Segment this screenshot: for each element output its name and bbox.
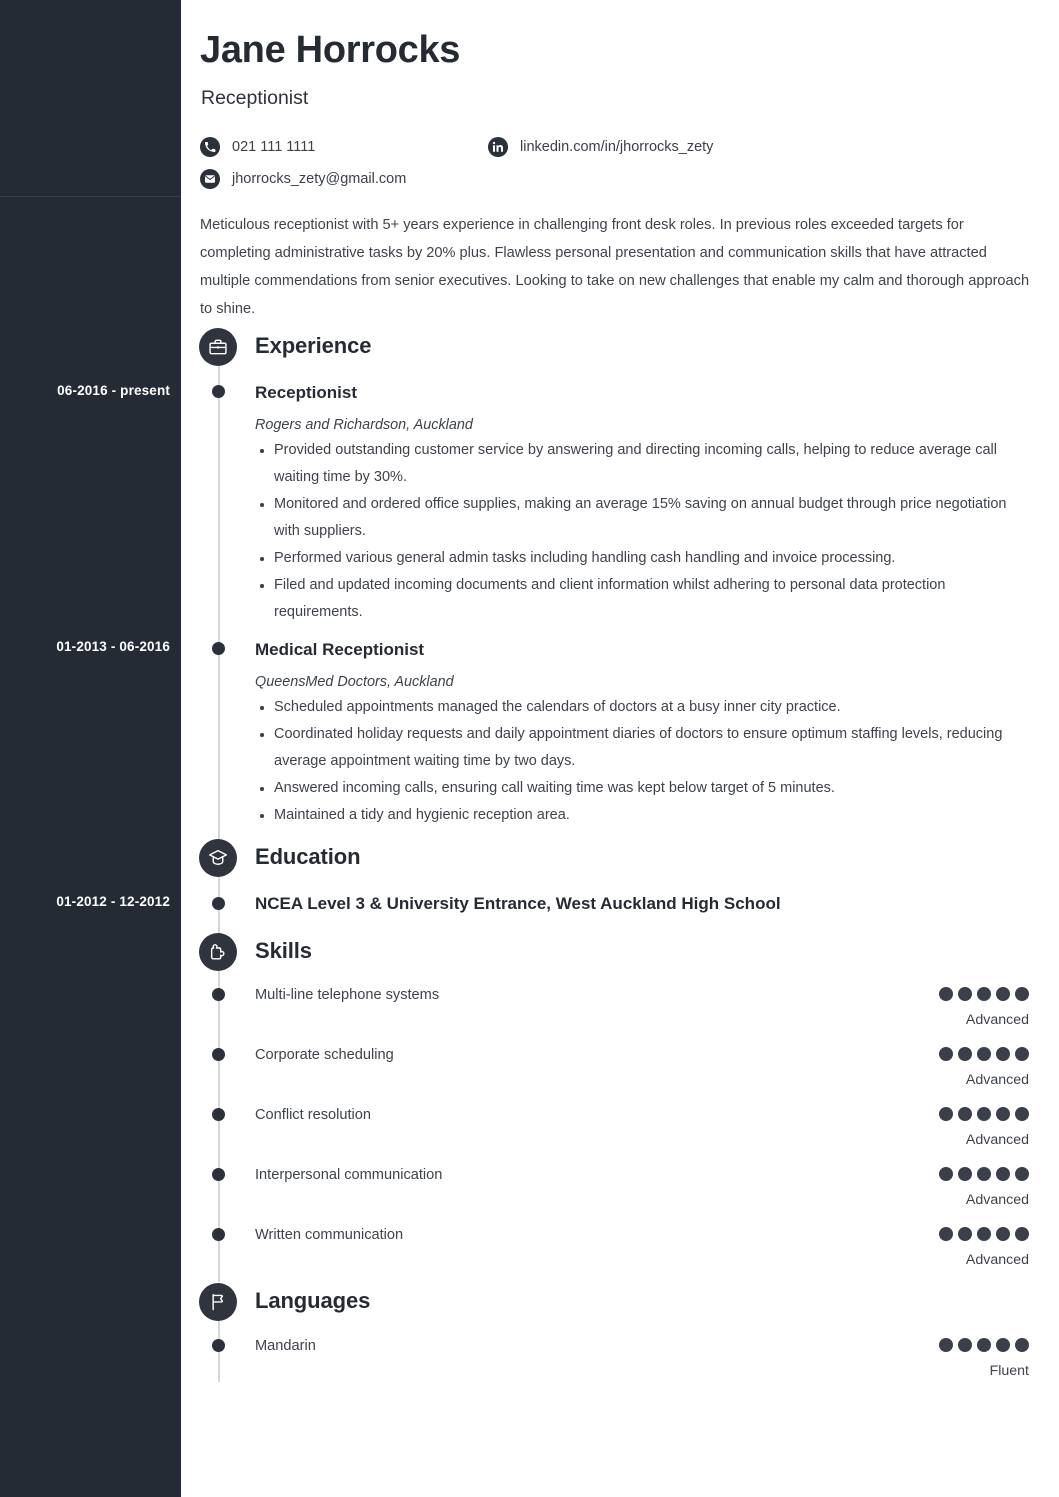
flag-icon bbox=[199, 1283, 237, 1321]
experience-bullets-1: Provided outstanding customer service by… bbox=[259, 437, 1031, 626]
list-item: Scheduled appointments managed the calen… bbox=[259, 694, 1031, 721]
timeline-dot-education-1 bbox=[212, 897, 225, 910]
skill-level-1: Advanced bbox=[965, 1012, 1029, 1028]
skill-name-2: Corporate scheduling bbox=[255, 1047, 394, 1063]
language-level-1: Fluent bbox=[989, 1363, 1029, 1379]
language-rating-1 bbox=[939, 1338, 1029, 1352]
skill-level-3: Advanced bbox=[965, 1132, 1029, 1148]
email-icon bbox=[200, 169, 220, 189]
skill-rating-3 bbox=[939, 1107, 1029, 1121]
skill-level-4: Advanced bbox=[965, 1192, 1029, 1208]
timeline-dot-skill-5 bbox=[212, 1228, 225, 1241]
list-item: Monitored and ordered office supplies, m… bbox=[259, 491, 1031, 545]
timeline-dot-skill-4 bbox=[212, 1168, 225, 1181]
skill-level-5: Advanced bbox=[965, 1252, 1029, 1268]
contact-phone[interactable]: 021 111 1111 bbox=[200, 131, 488, 163]
contact-linkedin[interactable]: linkedin.com/in/jhorrocks_zety bbox=[488, 131, 713, 163]
section-title-skills: Skills bbox=[255, 938, 312, 963]
puzzle-icon bbox=[199, 933, 237, 971]
experience-date-1: 06-2016 - present bbox=[57, 383, 170, 398]
list-item: Maintained a tidy and hygienic reception… bbox=[259, 802, 1031, 829]
skill-name-4: Interpersonal communication bbox=[255, 1167, 443, 1183]
email-text: jhorrocks_zety@gmail.com bbox=[232, 170, 407, 187]
education-date-1: 01-2012 - 12-2012 bbox=[56, 894, 170, 909]
timeline-dot-experience-1 bbox=[212, 385, 225, 398]
contact-block: 021 111 1111 linkedin.com/in/jhorrocks_z… bbox=[200, 131, 1030, 195]
linkedin-icon bbox=[488, 137, 508, 157]
professional-summary: Meticulous receptionist with 5+ years ex… bbox=[200, 217, 1030, 317]
briefcase-icon bbox=[199, 328, 237, 366]
sidebar: 06-2016 - present 01-2013 - 06-2016 01-2… bbox=[0, 0, 181, 1497]
experience-employer-1: Rogers and Richardson, Auckland bbox=[255, 417, 473, 433]
timeline-dot-experience-2 bbox=[212, 642, 225, 655]
skill-name-3: Conflict resolution bbox=[255, 1107, 371, 1123]
resume-page: 06-2016 - present 01-2013 - 06-2016 01-2… bbox=[0, 0, 1059, 1497]
main-content: Jane Horrocks Receptionist 021 111 1111 bbox=[181, 0, 1059, 1497]
timeline-line-experience-1 bbox=[218, 364, 220, 644]
phone-icon bbox=[200, 137, 220, 157]
skill-level-2: Advanced bbox=[965, 1072, 1029, 1088]
sidebar-divider bbox=[0, 196, 181, 197]
section-title-experience: Experience bbox=[255, 333, 372, 358]
contact-email[interactable]: jhorrocks_zety@gmail.com bbox=[200, 163, 488, 195]
list-item: Provided outstanding customer service by… bbox=[259, 437, 1031, 491]
education-qualification-1: NCEA Level 3 & University Entrance, West… bbox=[255, 894, 781, 913]
contact-row-1: 021 111 1111 linkedin.com/in/jhorrocks_z… bbox=[200, 131, 1030, 163]
timeline-dot-skill-2 bbox=[212, 1048, 225, 1061]
list-item: Answered incoming calls, ensuring call w… bbox=[259, 775, 1031, 802]
skill-name-5: Written communication bbox=[255, 1227, 404, 1243]
timeline-dot-language-1 bbox=[212, 1339, 225, 1352]
list-item: Filed and updated incoming documents and… bbox=[259, 572, 1031, 626]
list-item: Coordinated holiday requests and daily a… bbox=[259, 721, 1031, 775]
timeline-dot-skill-3 bbox=[212, 1108, 225, 1121]
phone-text: 021 111 1111 bbox=[232, 138, 316, 155]
language-name-1: Mandarin bbox=[255, 1338, 316, 1354]
experience-date-2: 01-2013 - 06-2016 bbox=[56, 639, 170, 654]
candidate-job-title: Receptionist bbox=[201, 87, 309, 109]
candidate-name: Jane Horrocks bbox=[200, 29, 461, 71]
experience-bullets-2: Scheduled appointments managed the calen… bbox=[259, 694, 1031, 829]
skill-rating-4 bbox=[939, 1167, 1029, 1181]
experience-employer-2: QueensMed Doctors, Auckland bbox=[255, 674, 454, 690]
skill-rating-5 bbox=[939, 1227, 1029, 1241]
timeline-dot-skill-1 bbox=[212, 988, 225, 1001]
experience-role-1: Receptionist bbox=[255, 383, 358, 402]
section-title-education: Education bbox=[255, 844, 361, 869]
skill-name-1: Multi-line telephone systems bbox=[255, 987, 440, 1003]
section-title-languages: Languages bbox=[255, 1288, 371, 1313]
list-item: Performed various general admin tasks in… bbox=[259, 545, 1031, 572]
contact-row-2: jhorrocks_zety@gmail.com bbox=[200, 163, 1030, 195]
linkedin-text: linkedin.com/in/jhorrocks_zety bbox=[520, 138, 714, 155]
graduation-cap-icon bbox=[199, 839, 237, 877]
skill-rating-2 bbox=[939, 1047, 1029, 1061]
experience-role-2: Medical Receptionist bbox=[255, 640, 425, 659]
skill-rating-1 bbox=[939, 987, 1029, 1001]
